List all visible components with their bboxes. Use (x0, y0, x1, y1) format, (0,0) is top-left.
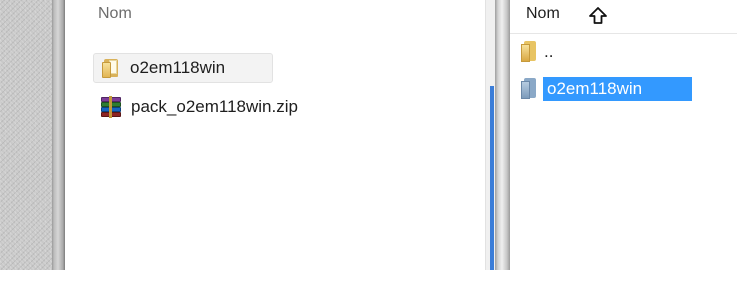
file-item-folder[interactable]: o2em118win (93, 53, 273, 83)
pane-splitter[interactable] (495, 0, 510, 270)
left-file-pane: Nom o2em118win pack_o2em118win.zip (65, 0, 485, 270)
winrar-archive-icon (99, 96, 123, 118)
sort-ascending-arrow-icon[interactable] (588, 6, 608, 26)
window-border-left (52, 0, 65, 270)
list-item-label: o2em118win (543, 77, 693, 101)
column-header-name[interactable]: Nom (526, 5, 560, 23)
vertical-scrollbar-thumb[interactable] (490, 86, 494, 270)
file-item-label: pack_o2em118win.zip (131, 97, 298, 116)
folder-icon (100, 57, 122, 79)
list-item-label: .. (544, 42, 554, 61)
file-item-label: o2em118win (130, 58, 226, 77)
bottom-edge (0, 270, 737, 290)
column-header-bar: Nom (510, 0, 737, 34)
column-header-name[interactable]: Nom (98, 5, 132, 23)
folder-icon (520, 77, 540, 101)
list-item-parent-directory[interactable]: .. (520, 40, 553, 64)
file-item-archive[interactable]: pack_o2em118win.zip (93, 92, 373, 122)
right-file-pane: Nom .. o2em118win (510, 0, 737, 270)
list-item-selected-folder[interactable]: o2em118win (520, 76, 693, 102)
folder-icon (520, 40, 540, 64)
desktop-texture (0, 0, 52, 270)
header-divider (65, 32, 485, 33)
